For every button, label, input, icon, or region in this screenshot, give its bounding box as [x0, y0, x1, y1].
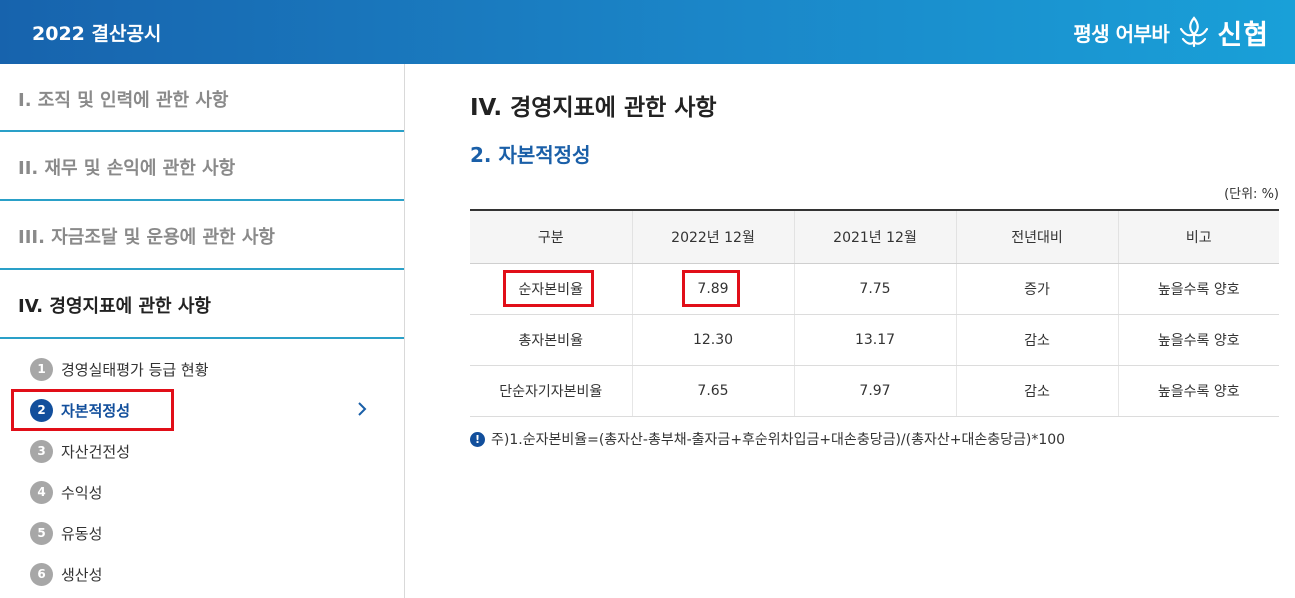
brand-slogan: 평생 어부바 [1073, 21, 1170, 46]
sidebar-section-label: I. 조직 및 인력에 관한 사항 [18, 90, 229, 111]
table-cell: 12.30 [632, 314, 795, 366]
page-header-title: 2022 결산공시 [32, 23, 162, 45]
table-cell: 높을수록 양호 [1118, 263, 1279, 315]
sidebar-item-productivity[interactable]: 6 생산성 [30, 560, 102, 588]
table-cell: 높을수록 양호 [1118, 365, 1279, 417]
table-header-cell: 구분 [470, 209, 633, 264]
sidebar-section-organization[interactable]: I. 조직 및 인력에 관한 사항 [0, 64, 404, 132]
table-cell: 7.75 [794, 263, 957, 315]
sidebar-item-profitability[interactable]: 4 수익성 [30, 478, 102, 506]
sidebar-section-indicators[interactable]: IV. 경영지표에 관한 사항 [0, 270, 404, 339]
table-cell: 총자본비율 [470, 314, 633, 366]
sidebar-item-asset-quality[interactable]: 3 자산건전성 [30, 437, 130, 465]
unit-label: (단위: %) [1224, 187, 1279, 202]
info-icon: ! [470, 431, 485, 447]
sidebar-section-funding[interactable]: III. 자금조달 및 운용에 관한 사항 [0, 201, 404, 270]
page-title: IV. 경영지표에 관한 사항 [470, 95, 717, 121]
table-cell: 감소 [956, 314, 1119, 366]
table-cell: 단순자기자본비율 [470, 365, 633, 417]
table-cell: 감소 [956, 365, 1119, 417]
sidebar-item-label: 수익성 [61, 483, 103, 502]
table-cell: 7.97 [794, 365, 957, 417]
item-number-badge: 6 [30, 562, 53, 586]
brand-name: 신협 [1217, 19, 1269, 51]
table-cell: 7.65 [632, 365, 795, 417]
sidebar-item-label: 경영실태평가 등급 현황 [61, 360, 209, 379]
chevron-right-icon[interactable] [355, 399, 369, 419]
highlight-box-ratio-value [682, 270, 740, 307]
table-header-cell: 비고 [1118, 209, 1279, 264]
item-number-badge: 3 [30, 439, 53, 463]
sidebar-section-label: IV. 경영지표에 관한 사항 [18, 296, 211, 317]
brand[interactable]: 평생 어부바 신협 [1073, 12, 1269, 52]
capital-adequacy-table: 구분 2022년 12월 2021년 12월 전년대비 비고 순자본비율 7.8… [470, 209, 1279, 417]
highlight-box-sidebar [11, 389, 174, 431]
table-cell: 13.17 [794, 314, 957, 366]
sidebar-section-label: II. 재무 및 손익에 관한 사항 [18, 158, 236, 179]
table-header-cell: 2021년 12월 [794, 209, 957, 264]
item-number-badge: 5 [30, 521, 53, 545]
section-title: 2. 자본적정성 [470, 143, 591, 167]
sidebar-section-label: III. 자금조달 및 운용에 관한 사항 [18, 227, 275, 248]
sidebar: I. 조직 및 인력에 관한 사항 II. 재무 및 손익에 관한 사항 III… [0, 64, 405, 598]
shinhyup-logo-icon [1180, 16, 1209, 48]
table-row: 단순자기자본비율 7.65 7.97 감소 높을수록 양호 [470, 365, 1279, 417]
table-header-row: 구분 2022년 12월 2021년 12월 전년대비 비고 [470, 209, 1279, 264]
footnote: ! 주)1.순자본비율=(총자산-총부채-출자금+후순위차입금+대손충당금)/(… [470, 429, 1065, 449]
sidebar-item-liquidity[interactable]: 5 유동성 [30, 519, 102, 547]
header-bar: 2022 결산공시 평생 어부바 신협 [0, 0, 1295, 64]
table-cell: 높을수록 양호 [1118, 314, 1279, 366]
sidebar-item-label: 자산건전성 [61, 442, 131, 461]
table-row: 총자본비율 12.30 13.17 감소 높을수록 양호 [470, 314, 1279, 366]
item-number-badge: 1 [30, 357, 53, 381]
table-header-cell: 전년대비 [956, 209, 1119, 264]
sidebar-item-management-rating[interactable]: 1 경영실태평가 등급 현황 [30, 355, 209, 383]
sidebar-item-label: 유동성 [61, 524, 103, 543]
sidebar-item-label: 생산성 [61, 565, 103, 584]
highlight-box-ratio-label [503, 270, 594, 307]
table-header-cell: 2022년 12월 [632, 209, 795, 264]
item-number-badge: 4 [30, 480, 53, 504]
sidebar-section-finance[interactable]: II. 재무 및 손익에 관한 사항 [0, 132, 404, 201]
footnote-text: 주)1.순자본비율=(총자산-총부채-출자금+후순위차입금+대손충당금)/(총자… [491, 432, 1066, 448]
table-cell: 증가 [956, 263, 1119, 315]
